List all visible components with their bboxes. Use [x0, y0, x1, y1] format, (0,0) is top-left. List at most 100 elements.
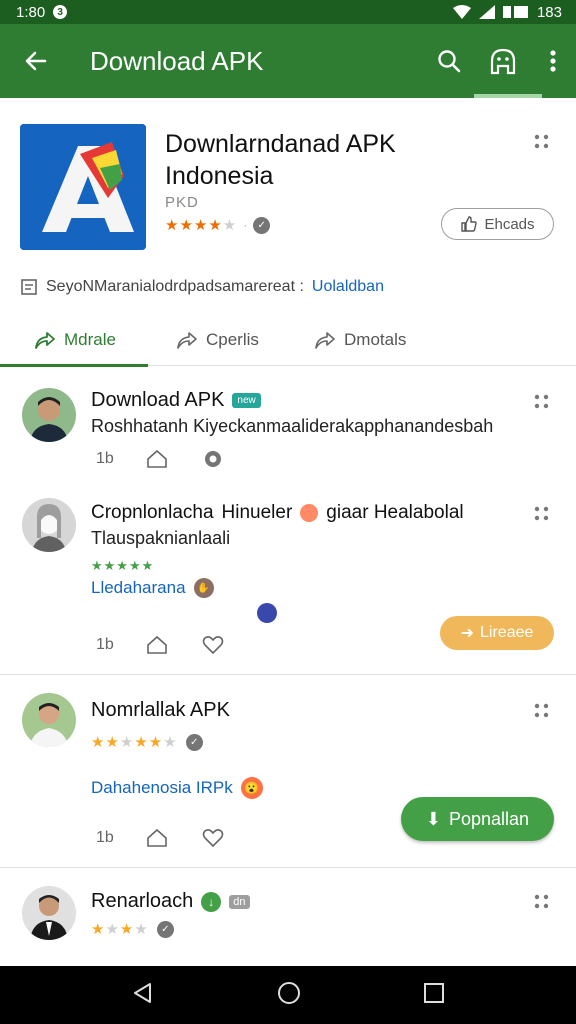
- tab-cperlis[interactable]: Cperlis: [148, 314, 286, 366]
- battery-icon: [502, 6, 528, 18]
- share-icon: [146, 828, 167, 847]
- share-icon: [35, 332, 55, 349]
- heart-icon: [202, 636, 224, 655]
- thumbs-up-icon: [461, 216, 478, 232]
- post-actions: 1b: [96, 825, 226, 851]
- heart-button[interactable]: [200, 825, 226, 851]
- post-card: Download APK new Roshhatanh Kiyeckanmaal…: [0, 368, 576, 478]
- app-logo: [20, 124, 146, 250]
- signal-icon: [478, 5, 495, 19]
- document-icon: [21, 279, 37, 295]
- status-right-text: 183: [536, 3, 562, 21]
- post-card: Renarloach ↓ dn ★★★★ ✓: [0, 868, 576, 966]
- emoji-icon: 😮: [240, 777, 263, 799]
- share-button[interactable]: [144, 632, 170, 658]
- more-vertical-icon: [550, 50, 556, 72]
- status-bar: 1:80 3 183: [0, 0, 576, 24]
- tab-label: Dmotals: [344, 330, 407, 349]
- more-dots-icon: [534, 703, 549, 718]
- floating-badge-icon: [257, 603, 277, 623]
- tab-dmotals[interactable]: Dmotals: [286, 314, 486, 366]
- app-rating: ★★★★★ · ✓: [165, 216, 271, 234]
- nav-recents-button[interactable]: [422, 981, 446, 1010]
- arrow-right-icon: ➜: [460, 625, 475, 642]
- more-dots-icon: [534, 134, 549, 149]
- share-icon: [315, 332, 335, 349]
- app-developer: PKD: [165, 194, 199, 211]
- overflow-menu-button[interactable]: [530, 24, 576, 98]
- post-action-label: Lireaee: [480, 624, 534, 641]
- circle-home-icon: [278, 981, 300, 1004]
- android-button[interactable]: [474, 24, 542, 98]
- share-button[interactable]: [144, 825, 170, 851]
- post-more-button[interactable]: [530, 890, 554, 914]
- post-title-extra: Hinueler: [221, 502, 293, 523]
- post-rating: ★★★★★★ ✓: [91, 733, 203, 751]
- post-action-button[interactable]: ⬇ Popnallan: [401, 797, 554, 841]
- app-action-button[interactable]: Ehcads: [441, 208, 554, 240]
- status-time: 1:80: [16, 3, 46, 21]
- post-link-row: Lledaharana ✋: [91, 578, 214, 598]
- heart-button[interactable]: [200, 632, 226, 658]
- post-title: Nomrlallak APK: [91, 699, 230, 722]
- heart-icon: [202, 829, 224, 848]
- description-text: SeyoNMaranialodrdpadsamarereat :: [46, 278, 304, 295]
- search-button[interactable]: [422, 24, 476, 98]
- tab-label: Mdrale: [64, 330, 116, 349]
- post-link-row: Dahahenosia IRPk 😮: [91, 777, 263, 799]
- post-author: Cropnlonlacha: [91, 502, 214, 523]
- system-nav-bar: [0, 966, 576, 1024]
- nav-back-button[interactable]: [130, 980, 156, 1011]
- download-icon: ⬇: [425, 808, 441, 829]
- tab-label: Cperlis: [206, 330, 259, 349]
- post-author: Nomrlallak APK: [91, 699, 230, 721]
- like-count[interactable]: 1b: [96, 829, 114, 847]
- post-actions: 1b: [96, 632, 226, 658]
- nav-home-button[interactable]: [276, 980, 302, 1011]
- post-action-button[interactable]: ➜ Lireaee: [440, 616, 554, 650]
- android-icon: [490, 48, 516, 75]
- info-badge-icon: ✓: [253, 216, 271, 234]
- avatar: [22, 498, 76, 552]
- notification-icon: 3: [53, 5, 68, 19]
- like-count[interactable]: 1b: [96, 636, 114, 654]
- like-count[interactable]: 1b: [96, 450, 114, 468]
- post-link[interactable]: Lledaharana: [91, 578, 186, 598]
- tab-mdrale[interactable]: Mdrale: [0, 314, 148, 367]
- square-recents-icon: [424, 982, 444, 1003]
- share-button[interactable]: [144, 446, 170, 472]
- avatar: [22, 693, 76, 747]
- post-title: Renarloach ↓ dn: [91, 890, 250, 913]
- info-badge-icon: ✓: [185, 733, 203, 751]
- post-action-label: Popnallan: [449, 808, 530, 829]
- share-icon: [146, 635, 167, 654]
- post-card: Cropnlonlacha Hinueler giaar Healabolal …: [0, 478, 576, 674]
- post-text: Roshhatanh Kiyeckanmaaliderakaрphanandes…: [91, 416, 494, 436]
- post-more-button[interactable]: [530, 699, 554, 723]
- rating-stars: ★★★★★: [165, 217, 238, 234]
- post-author: Renarloach: [91, 890, 194, 912]
- triangle-back-icon: [134, 982, 151, 1003]
- post-rating: ★★★★ ✓: [91, 920, 174, 938]
- comment-button[interactable]: [200, 446, 226, 472]
- post-title: Cropnlonlacha Hinueler giaar Healabolal: [91, 502, 464, 524]
- post-more-button[interactable]: [530, 502, 554, 526]
- post-tag: new: [232, 393, 261, 408]
- back-button[interactable]: [0, 24, 72, 98]
- app-description: SeyoNMaranialodrdpadsamarereat : Uolaldb…: [20, 278, 560, 296]
- share-icon: [146, 449, 167, 468]
- post-more-button[interactable]: [530, 390, 554, 414]
- more-dots-icon: [534, 894, 549, 909]
- verified-icon: ↓: [201, 891, 222, 912]
- post-title-extra2: giaar Healabolal: [326, 502, 464, 523]
- post-text: Tlauspaknianlaali: [91, 528, 231, 548]
- rating-stars: ★★★★★★: [91, 734, 178, 751]
- app-more-button[interactable]: [530, 130, 554, 154]
- app-name: Downlarndanad APK Indonesia: [165, 130, 396, 190]
- post-link[interactable]: Dahahenosia IRPk: [91, 778, 233, 798]
- info-badge-icon: ✓: [156, 920, 174, 938]
- page-title: Download APK: [90, 45, 264, 76]
- app-header: Downlarndanad APK Indonesia PKD ★★★★★ · …: [0, 98, 576, 368]
- rating-stars: ★★★★★: [91, 558, 155, 573]
- description-link[interactable]: Uolaldban: [312, 278, 384, 296]
